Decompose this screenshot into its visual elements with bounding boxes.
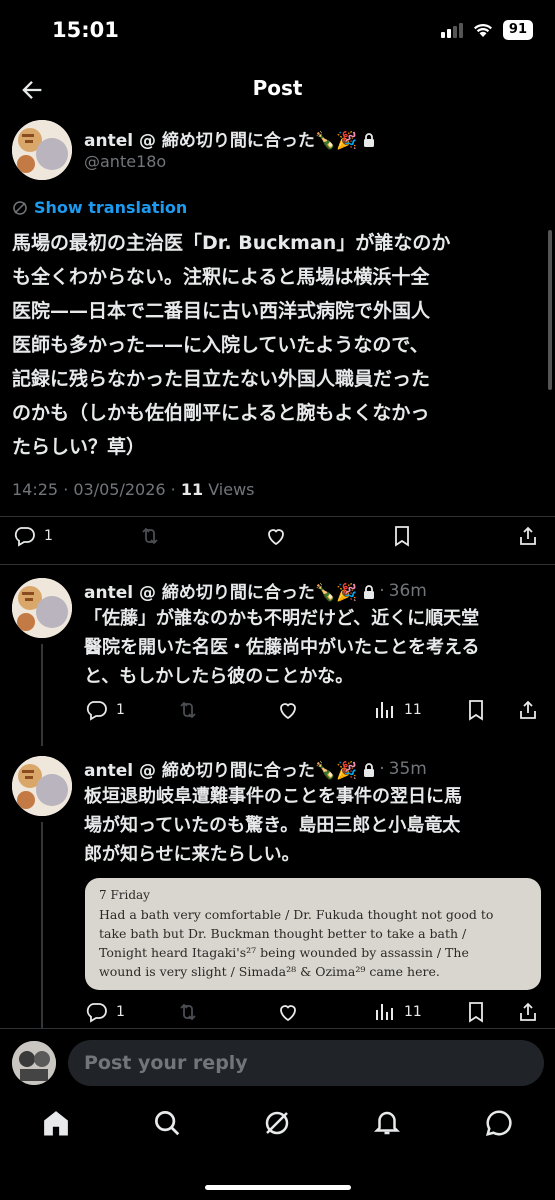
share-icon: [520, 526, 536, 545]
post-text-line: 医師も多かった——に入院していたようなので、: [12, 334, 429, 356]
reply-text: 「佐藤」が誰なのかも不明だけど、近くに順天堂 醫院を開いた名医・佐藤尚中がいたこ…: [84, 604, 544, 691]
post-text-line: 記録に残らなかった目立たない外国人職員だった: [12, 368, 431, 390]
reply-text-line: 「佐藤」が誰なのかも不明だけど、近くに順天堂: [84, 608, 480, 629]
thread-connector: [41, 644, 43, 746]
bookmark-button[interactable]: [390, 524, 414, 548]
image-day-heading: 7 Friday: [99, 888, 150, 902]
divider: [0, 564, 555, 565]
signal-icon: [440, 22, 463, 38]
bookmark-button[interactable]: [464, 1000, 488, 1024]
reply-action-bar: 1 11: [0, 1000, 555, 1030]
avatar[interactable]: [12, 756, 72, 816]
repost-button[interactable]: [176, 698, 200, 722]
reply-input[interactable]: Post your reply: [68, 1040, 544, 1086]
reply-button[interactable]: 1: [12, 524, 53, 548]
thread-connector: [41, 822, 43, 1028]
post-text-line: たらしい？草）: [12, 436, 146, 458]
avatar[interactable]: [12, 578, 72, 638]
heart-icon: [268, 529, 284, 546]
status-icons: 91: [440, 20, 533, 40]
reply-action-bar: 1 11: [0, 698, 555, 728]
lock-icon: [363, 762, 375, 777]
reply-text-line: と、もしかしたら彼のことかな。: [84, 666, 354, 687]
share-icon: [520, 1002, 536, 1021]
page-title: Post: [252, 76, 303, 100]
translate-icon: [13, 200, 27, 215]
reply-text-line: 場が知っていたのも驚き。島田三郎と小島竜太: [84, 815, 461, 836]
views-count: 11: [180, 480, 204, 499]
reply-icon: [14, 527, 35, 547]
reply-time: 36m: [388, 580, 427, 601]
reply-text-line: 郎が知らせに来たらしい。: [84, 844, 300, 865]
grok-icon[interactable]: [262, 1108, 292, 1138]
top-header: Post: [0, 66, 555, 114]
search-icon[interactable]: [152, 1108, 182, 1138]
battery-indicator: 91: [502, 20, 533, 40]
repost-icon: [180, 701, 196, 719]
reply-text-line: 醫院を開いた名医・佐藤尚中がいたことを考える: [84, 637, 480, 658]
share-button[interactable]: [516, 698, 540, 722]
post-timestamp: 14:25 · 03/05/2026 · 11 Views: [12, 480, 255, 499]
bookmark-icon: [469, 1002, 483, 1023]
analytics-icon: [376, 702, 393, 718]
heart-icon: [280, 703, 296, 720]
share-icon: [520, 700, 536, 719]
post-text-line: 医院——日本で二番目に古い西洋式病院で外国人: [12, 300, 431, 322]
post-text-line: のかも（しかも佐伯剛平によると腕もよくなかっ: [12, 402, 430, 424]
reply-author-name[interactable]: antel @ 締め切り間に合った🍾🎉 · 35m: [84, 756, 427, 782]
bookmark-button[interactable]: [464, 698, 488, 722]
post-author-handle[interactable]: @ante18o: [84, 152, 166, 171]
like-button[interactable]: [276, 1000, 300, 1024]
wifi-icon: [473, 23, 492, 37]
notifications-icon[interactable]: [372, 1108, 402, 1138]
avatar[interactable]: [12, 120, 72, 180]
post-text-line: 馬場の最初の主治医「Dr. Buckman」が誰なのか: [12, 232, 451, 254]
post-text-line: も全くわからない。注釈によると馬場は横浜十全: [12, 266, 430, 288]
status-time: 15:01: [52, 18, 119, 42]
home-indicator: [205, 1185, 351, 1190]
bookmark-icon: [469, 700, 483, 721]
bookmark-icon: [395, 526, 409, 547]
scrollbar[interactable]: [548, 230, 552, 390]
reply-composer: Post your reply: [0, 1028, 555, 1100]
current-user-avatar[interactable]: [12, 1041, 56, 1085]
image-text-line: take bath but Dr. Buckman thought better…: [99, 926, 467, 941]
repost-button[interactable]: [176, 1000, 200, 1024]
reply-button[interactable]: 1: [84, 698, 125, 722]
like-button[interactable]: [276, 698, 300, 722]
reply-text: 板垣退助岐阜遭難事件のことを事件の翌日に馬 場が知っていたのも驚き。島田三郎と小…: [84, 782, 544, 869]
heart-icon: [280, 1005, 296, 1022]
image-text-line: wound is very slight / Simada²⁸ & Ozima²…: [99, 964, 440, 979]
image-text-line: Tonight heard Itagaki's²⁷ being wounded …: [99, 945, 469, 960]
analytics-icon: [376, 1004, 393, 1020]
home-icon[interactable]: [41, 1108, 71, 1138]
repost-icon: [142, 527, 158, 545]
repost-button[interactable]: [138, 524, 162, 548]
reply-text-line: 板垣退助岐阜遭難事件のことを事件の翌日に馬: [84, 786, 462, 807]
reply-time: 35m: [388, 758, 427, 779]
divider: [0, 516, 555, 517]
lock-icon: [363, 132, 375, 147]
post-action-bar: 1: [0, 524, 555, 554]
reply-author-name[interactable]: antel @ 締め切り間に合った🍾🎉 · 36m: [84, 578, 427, 604]
reply-icon: [86, 701, 107, 721]
share-button[interactable]: [516, 524, 540, 548]
post-author-name[interactable]: antel @ 締め切り間に合った🍾🎉: [84, 126, 375, 151]
show-translation-link[interactable]: Show translation: [12, 198, 187, 217]
views-button[interactable]: 11: [372, 1000, 422, 1024]
status-bar: 15:01 91: [0, 0, 555, 62]
reply-icon: [86, 1003, 107, 1023]
share-button[interactable]: [516, 1000, 540, 1024]
lock-icon: [363, 584, 375, 599]
repost-icon: [180, 1003, 196, 1021]
post-text: 馬場の最初の主治医「Dr. Buckman」が誰なのか も全くわからない。注釈に…: [12, 226, 542, 464]
messages-icon[interactable]: [484, 1108, 514, 1138]
image-text-line: Had a bath very comfortable / Dr. Fukuda…: [99, 907, 494, 922]
attached-image[interactable]: 7 Friday Had a bath very comfortable / D…: [85, 878, 541, 990]
views-button[interactable]: 11: [372, 698, 422, 722]
like-button[interactable]: [264, 524, 288, 548]
reply-button[interactable]: 1: [84, 1000, 125, 1024]
